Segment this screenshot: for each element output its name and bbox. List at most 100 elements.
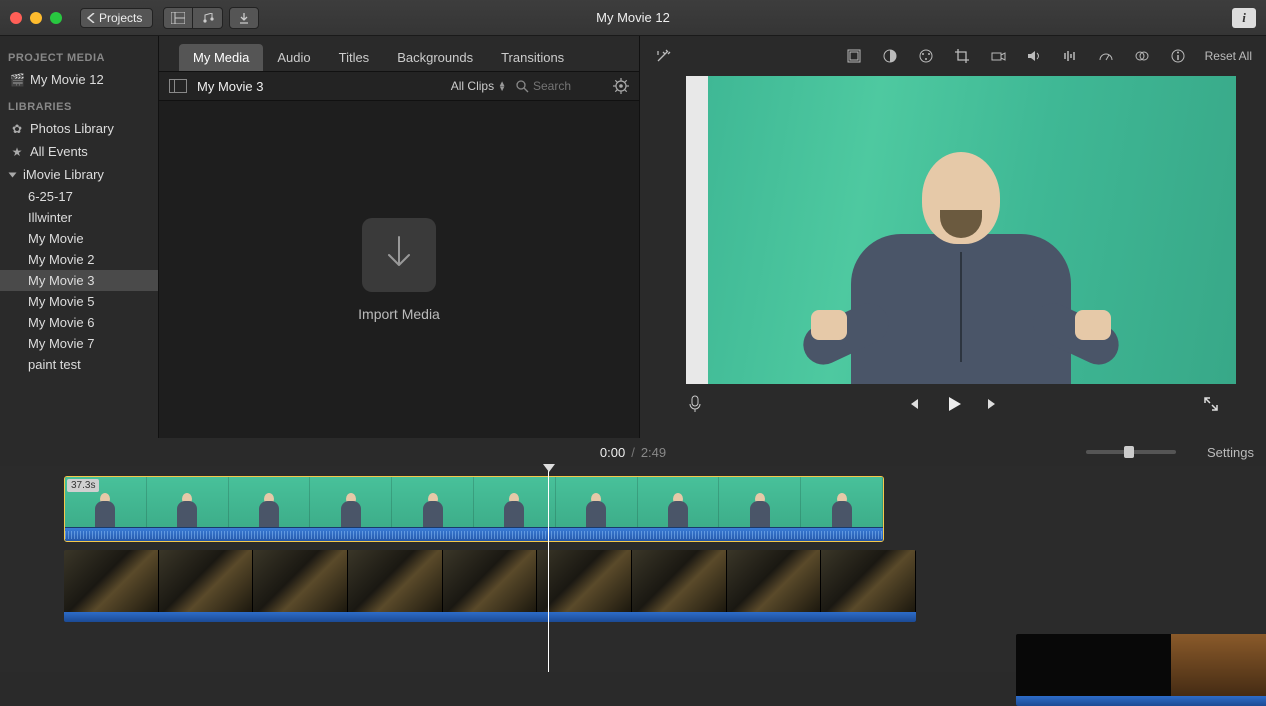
clapperboard-icon: 🎬 [10,73,24,87]
current-time: 0:00 [600,445,625,460]
clip-filter-button[interactable] [1133,47,1151,65]
color-correction-button[interactable] [881,47,899,65]
video-viewer[interactable] [686,76,1236,384]
timeline-track-1: 37.3s [64,476,1266,542]
back-to-projects-button[interactable]: Projects [80,8,153,28]
voiceover-button[interactable] [686,395,704,413]
playhead[interactable] [548,466,549,672]
skip-back-icon [905,396,921,412]
search-field[interactable] [516,79,603,93]
total-duration: 2:49 [641,445,666,460]
minimize-window-button[interactable] [30,12,42,24]
sidebar-event-item[interactable]: My Movie [0,228,158,249]
star-icon: ★ [10,145,24,159]
fullscreen-button[interactable] [1202,395,1220,413]
crop-icon [954,48,970,64]
overlap-circles-icon [1134,48,1150,64]
timeline-settings-button[interactable]: Settings [1207,445,1254,460]
libraries-header: LIBRARIES [0,91,158,117]
sidebar: PROJECT MEDIA 🎬 My Movie 12 LIBRARIES ✿ … [0,36,158,438]
sidebar-project-item[interactable]: 🎬 My Movie 12 [0,68,158,91]
skip-forward-icon [985,396,1001,412]
sidebar-all-events[interactable]: ★ All Events [0,140,158,163]
sidebar-event-item[interactable]: 6-25-17 [0,186,158,207]
sidebar-photos-library[interactable]: ✿ Photos Library [0,117,158,140]
info-button[interactable]: i [1232,8,1256,28]
tab-my-media[interactable]: My Media [179,44,263,71]
stabilization-button[interactable] [989,47,1007,65]
sidebar-project-label: My Movie 12 [30,72,104,87]
play-icon [944,394,962,414]
sidebar-toggle-icon[interactable] [169,79,187,93]
sidebar-event-item[interactable]: paint test [0,354,158,375]
tab-audio[interactable]: Audio [263,44,324,71]
sidebar-item-label: iMovie Library [23,167,104,182]
titlebar: Projects My Movie 12 i [0,0,1266,36]
crop-button[interactable] [953,47,971,65]
color-balance-button[interactable] [845,47,863,65]
back-label: Projects [99,11,142,25]
maximize-window-button[interactable] [50,12,62,24]
chevron-left-icon [87,13,95,23]
timeline-zoom-slider[interactable] [1086,450,1176,454]
browser-body: Import Media [159,101,639,438]
import-button[interactable] [229,7,259,29]
project-media-header: PROJECT MEDIA [0,42,158,68]
tab-titles[interactable]: Titles [325,44,384,71]
sidebar-imovie-library[interactable]: iMovie Library [0,163,158,186]
timeline[interactable]: 37.3s [0,466,1266,672]
sidebar-event-item-selected[interactable]: My Movie 3 [0,270,158,291]
camera-icon [990,48,1006,64]
next-button[interactable] [984,395,1002,413]
transport-controls [640,384,1266,424]
close-window-button[interactable] [10,12,22,24]
speaker-icon [1026,48,1042,64]
flower-icon: ✿ [10,122,24,136]
disclosure-triangle-icon[interactable] [9,172,17,177]
clip-audio-waveform [64,612,916,622]
sidebar-event-item[interactable]: Illwinter [0,207,158,228]
previous-button[interactable] [904,395,922,413]
video-clip-2[interactable] [64,550,916,622]
clip-duration-badge: 37.3s [67,479,99,492]
clip-info-button[interactable] [1169,47,1187,65]
volume-button[interactable] [1025,47,1043,65]
view-segmented-control [163,7,223,29]
clip-filter-dropdown[interactable]: All Clips ▲▼ [451,79,506,93]
enhance-button[interactable] [654,47,672,65]
sidebar-event-item[interactable]: My Movie 5 [0,291,158,312]
browser-tabs: My Media Audio Titles Backgrounds Transi… [159,36,639,72]
tab-transitions[interactable]: Transitions [487,44,578,71]
import-media-button[interactable] [362,218,436,292]
download-arrow-icon [238,12,250,24]
sidebar-event-item[interactable]: My Movie 2 [0,249,158,270]
sidebar-item-label: Photos Library [30,121,114,136]
search-input[interactable] [533,79,603,93]
browser-toolbar: My Movie 3 All Clips ▲▼ [159,72,639,101]
microphone-icon [688,395,702,413]
browser-event-title: My Movie 3 [197,79,263,94]
play-button[interactable] [944,395,962,413]
search-icon [516,80,529,93]
color-wheel-button[interactable] [917,47,935,65]
browser-settings-button[interactable] [613,78,629,94]
sidebar-event-item[interactable]: My Movie 7 [0,333,158,354]
video-clip-3[interactable] [1016,634,1266,706]
speedometer-icon [1098,48,1114,64]
clip-audio-waveform [1016,696,1266,706]
library-list-view-button[interactable] [163,7,193,29]
download-arrow-icon [381,235,417,275]
speed-button[interactable] [1097,47,1115,65]
sidebar-event-item[interactable]: My Movie 6 [0,312,158,333]
zoom-slider-thumb[interactable] [1124,446,1134,458]
tab-backgrounds[interactable]: Backgrounds [383,44,487,71]
reset-all-button[interactable]: Reset All [1205,49,1252,63]
palette-icon [918,48,934,64]
waveform-view-button[interactable] [193,7,223,29]
noise-reduction-button[interactable] [1061,47,1079,65]
video-content [831,144,1091,384]
import-media-label: Import Media [358,306,440,322]
video-clip-1[interactable]: 37.3s [64,476,884,542]
up-down-icon: ▲▼ [498,81,506,91]
window-controls [10,12,62,24]
